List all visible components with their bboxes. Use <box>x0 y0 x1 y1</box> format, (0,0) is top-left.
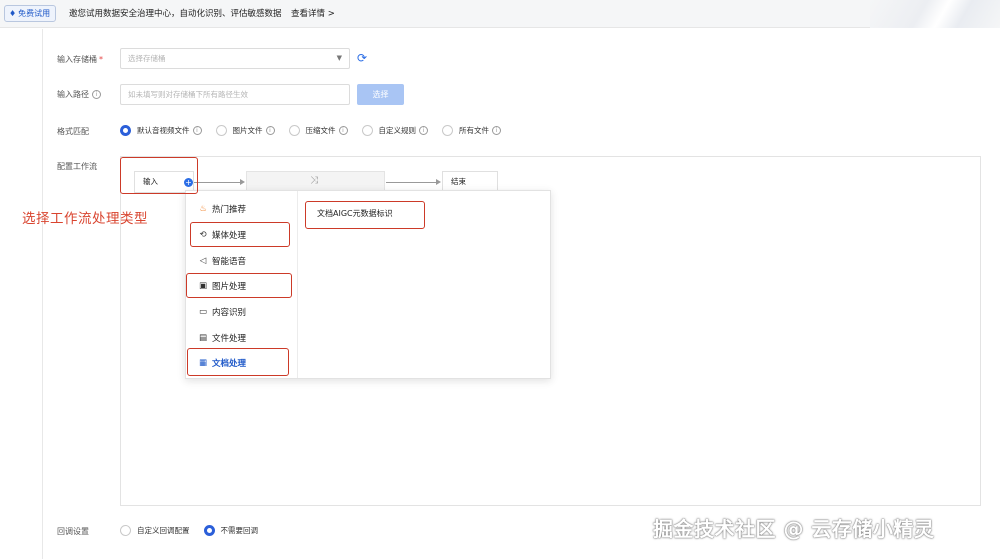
bucket-label: 输入存储桶 * <box>57 55 103 64</box>
bucket-placeholder: 选择存储桶 <box>128 54 166 63</box>
menu-item-label: 内容识别 <box>212 308 247 318</box>
radio-unchecked[interactable] <box>215 125 227 136</box>
format-option-label: 压缩文件 <box>305 126 336 135</box>
info-icon: i <box>92 90 101 99</box>
banner-details-link[interactable]: 查看详情 > <box>291 7 335 19</box>
callback-option-label: 自定义回调配置 <box>137 526 190 535</box>
format-radio-group: 默认音视频文件 i 图片文件 i 压缩文件 i 自定义规则 i 所有文件 i <box>120 125 515 136</box>
video-icon: ▭ <box>198 307 208 317</box>
format-option-label: 自定义规则 <box>378 126 417 135</box>
watermark: 掘金技术社区 @ 云存储小精灵 <box>653 517 935 541</box>
banner-text: 邀您试用数据安全治理中心，自动化识别、评估敏感数据 <box>69 9 282 19</box>
format-option-image[interactable]: 图片文件 i <box>215 125 275 136</box>
highlight-image <box>186 273 292 298</box>
select-path-button[interactable]: 选择 <box>357 84 404 105</box>
menu-item-hot[interactable]: ♨ 热门推荐 <box>198 203 246 215</box>
speaker-icon: ◁ <box>199 256 207 266</box>
format-option-default-av[interactable]: 默认音视频文件 i <box>120 125 202 136</box>
menu-divider <box>297 191 298 378</box>
radio-checked[interactable] <box>203 525 215 536</box>
format-label: 格式匹配 <box>57 127 89 136</box>
arrow-icon <box>240 179 245 185</box>
highlight-doc-aigc <box>305 201 425 229</box>
format-option-label: 所有文件 <box>459 126 489 135</box>
connector-line <box>194 182 240 183</box>
menu-item-content-recognition[interactable]: ▭ 内容识别 <box>198 306 246 318</box>
format-option-archive[interactable]: 压缩文件 i <box>288 125 348 136</box>
format-option-label: 默认音视频文件 <box>137 126 190 135</box>
radio-unchecked[interactable] <box>288 125 300 136</box>
path-placeholder: 如未填写则对存储桶下所有路径生效 <box>128 90 248 99</box>
connector-line <box>386 182 436 183</box>
path-input[interactable]: 如未填写则对存储桶下所有路径生效 <box>120 84 350 105</box>
callback-radio-group: 自定义回调配置 不需要回调 <box>120 525 272 536</box>
menu-item-label: 智能语音 <box>212 257 247 267</box>
menu-item-label: 文件处理 <box>212 334 247 344</box>
chevron-right-icon: > <box>327 9 335 19</box>
radio-unchecked[interactable] <box>442 125 453 136</box>
format-option-label: 图片文件 <box>232 126 263 135</box>
bucket-select[interactable]: 选择存储桶 ▼ <box>120 48 350 69</box>
highlight-media <box>190 222 290 247</box>
caret-down-icon: ▼ <box>336 54 342 62</box>
refresh-icon[interactable]: ⟳ <box>357 51 367 65</box>
file-icon: ▤ <box>198 333 208 343</box>
format-option-all-files[interactable]: 所有文件 i <box>442 125 501 136</box>
highlight-document <box>187 348 289 376</box>
shuffle-icon: ⤨ <box>310 175 318 186</box>
menu-item-voice[interactable]: ◁ 智能语音 <box>198 255 246 267</box>
flame-icon: ♨ <box>199 204 207 214</box>
info-icon: i <box>338 126 348 135</box>
path-label: 输入路径 i <box>57 89 101 100</box>
radio-checked[interactable] <box>120 125 131 136</box>
highlight-input-node <box>120 157 198 194</box>
required-mark: * <box>99 55 103 64</box>
callback-option-none[interactable]: 不需要回调 <box>203 525 259 536</box>
flame-icon: ♦ <box>9 9 17 18</box>
callback-option-label: 不需要回调 <box>220 526 259 535</box>
radio-unchecked[interactable] <box>361 125 373 136</box>
workflow-label: 配置工作流 <box>57 162 97 171</box>
arrow-icon <box>436 179 441 185</box>
info-icon: i <box>492 126 501 135</box>
callback-label: 回调设置 <box>57 527 89 536</box>
annotation-text: 选择工作流处理类型 <box>22 211 148 227</box>
callback-option-custom[interactable]: 自定义回调配置 <box>120 525 190 536</box>
info-icon: i <box>265 126 275 135</box>
info-icon: i <box>419 126 428 135</box>
info-icon: i <box>192 126 202 135</box>
banner-decoration <box>870 0 1000 28</box>
promo-banner: ♦ 免费试用 邀您试用数据安全治理中心，自动化识别、评估敏感数据 查看详情 > <box>0 0 1000 28</box>
menu-item-file[interactable]: ▤ 文件处理 <box>198 332 246 344</box>
free-trial-badge[interactable]: ♦ 免费试用 <box>4 5 57 22</box>
end-node-label: 结束 <box>451 177 466 186</box>
banner-details-label: 查看详情 <box>291 9 326 19</box>
radio-unchecked[interactable] <box>120 525 131 536</box>
free-trial-label: 免费试用 <box>18 9 51 18</box>
menu-item-label: 热门推荐 <box>212 205 247 215</box>
format-option-custom-rule[interactable]: 自定义规则 i <box>361 125 428 136</box>
